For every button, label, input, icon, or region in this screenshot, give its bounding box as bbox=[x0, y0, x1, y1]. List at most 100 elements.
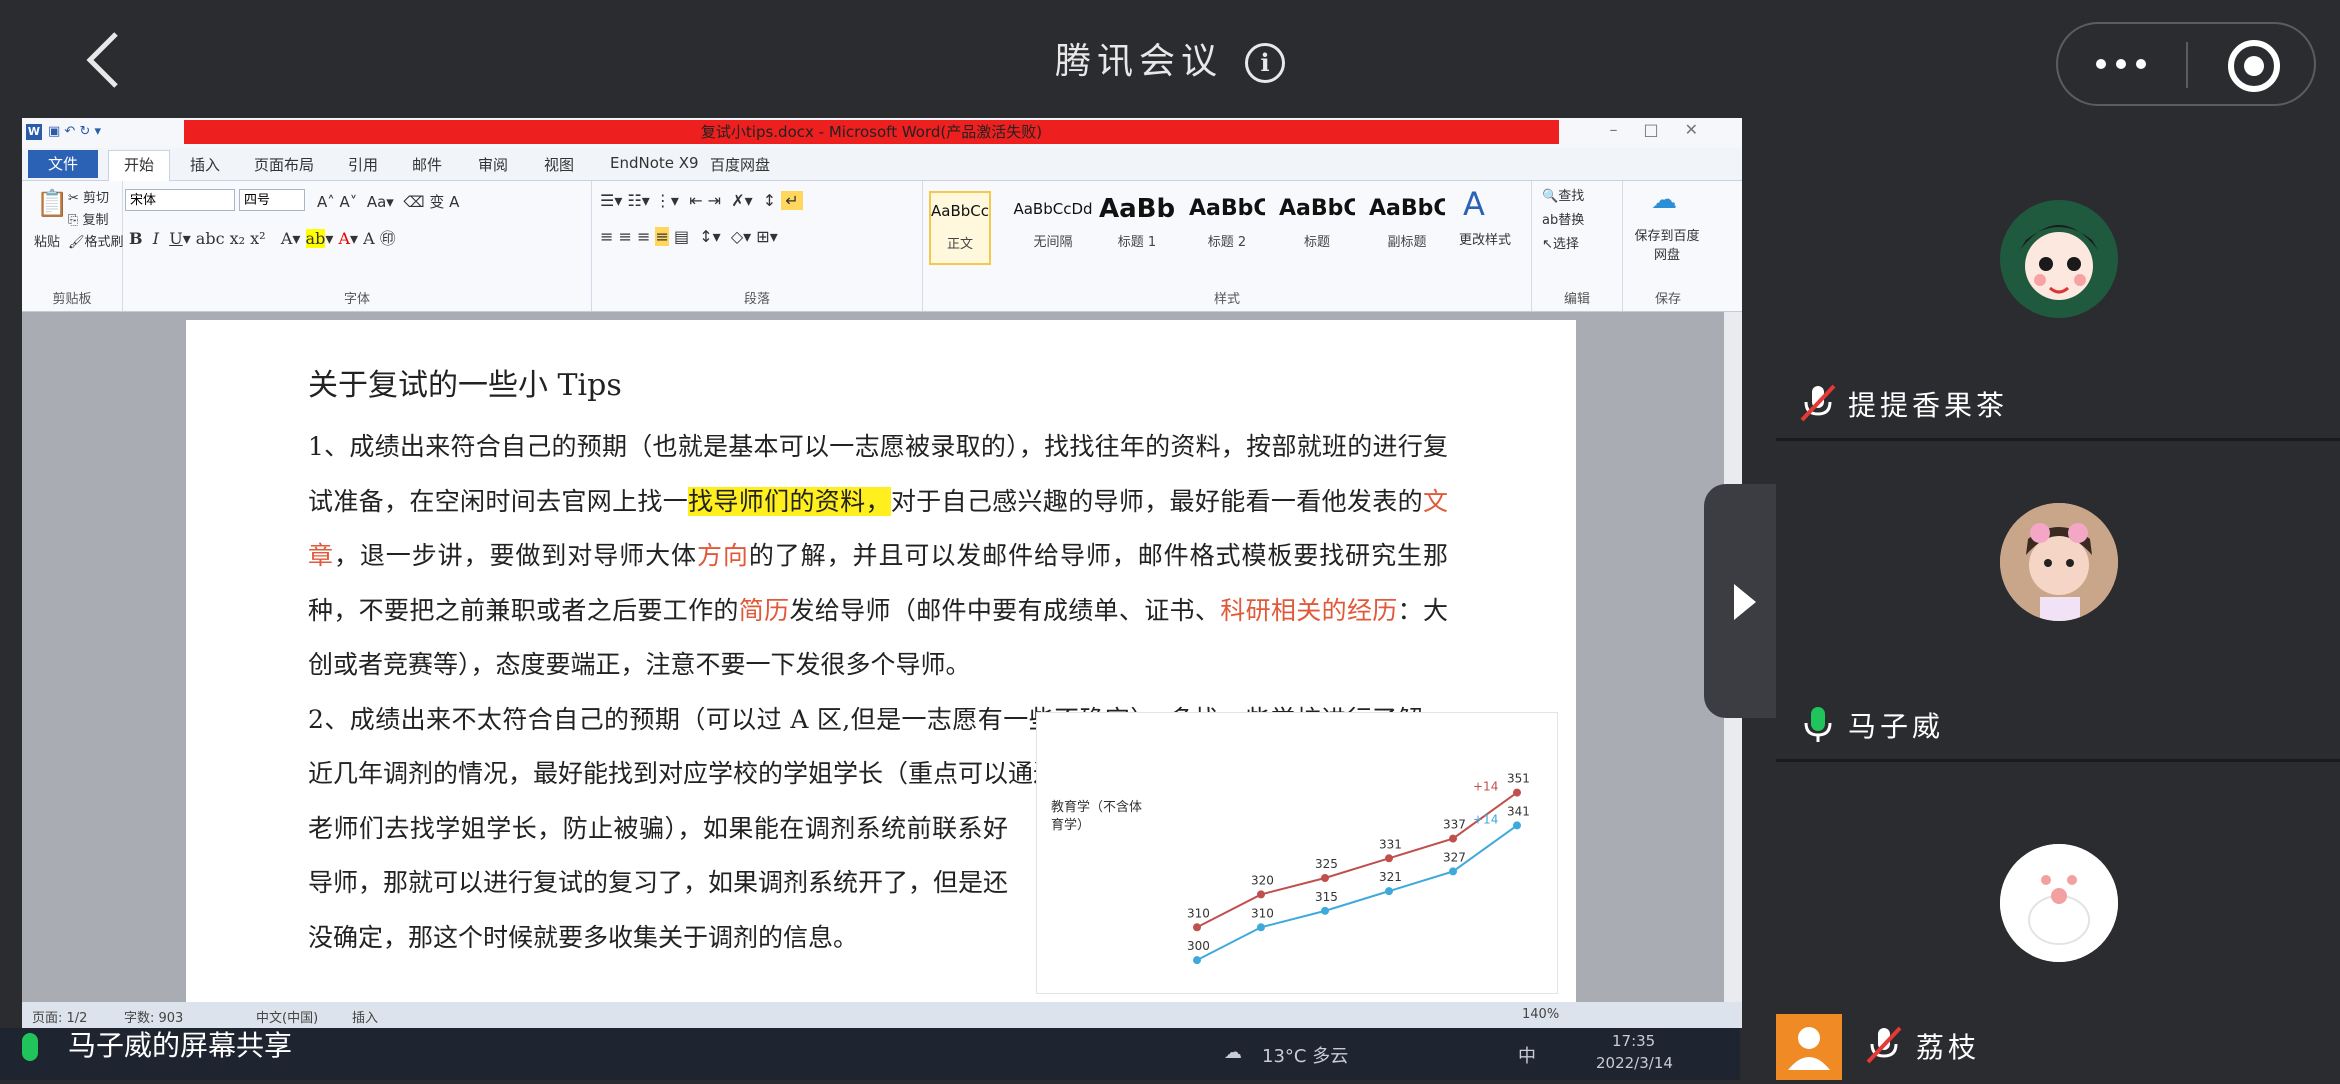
avatar bbox=[2000, 200, 2118, 318]
word-title-bar: W ▣ ↶ ↻ ▾ 复试小tips.docx - Microsoft Word(产… bbox=[22, 118, 1742, 148]
save-group: ☁ 保存到百度网盘 保存 bbox=[1623, 181, 1713, 311]
style-normal[interactable]: AaBbCcDd 正文 bbox=[929, 191, 991, 265]
style-title[interactable]: AaBbC 标题 bbox=[1279, 191, 1355, 261]
data-point bbox=[1513, 821, 1521, 830]
data-point bbox=[1193, 923, 1201, 932]
tab-review[interactable]: 审阅 bbox=[478, 154, 508, 175]
weather-text[interactable]: 13°C 多云 bbox=[1262, 1042, 1348, 1068]
font-format-buttons[interactable]: B I U▾ abc x₂ x² A▾ ab▾ A▾ A ㊞ bbox=[129, 225, 396, 249]
style-heading-2-preview: AaBbC bbox=[1189, 196, 1265, 221]
doc-paragraph-2b: 老师们去找学姐学长，防止被骗），如果能在调剂系统前联系好导师，那就可以进行复试的… bbox=[308, 813, 1009, 952]
line-chart: 310 320 325 331 337 351 +14 300 310 315 321 327 341 +… bbox=[1187, 772, 1530, 965]
data-point bbox=[1321, 874, 1329, 882]
status-zoom[interactable]: 140% bbox=[1522, 1007, 1559, 1022]
data-point bbox=[1257, 890, 1265, 899]
font-grow-shrink-buttons[interactable]: A˄ A˅ Aa▾ ⌫ 变 A bbox=[317, 191, 459, 212]
window-controls[interactable]: –□✕ bbox=[1609, 120, 1724, 139]
style-heading-1[interactable]: AaBb 标题 1 bbox=[1099, 191, 1175, 261]
font-group-label: 字体 bbox=[343, 292, 370, 307]
collapse-panel-button[interactable] bbox=[1704, 484, 1780, 718]
format-painter-button[interactable]: 🖌格式刷 bbox=[68, 231, 124, 250]
exit-capsule-icon[interactable] bbox=[2228, 40, 2280, 92]
tab-references[interactable]: 引用 bbox=[348, 154, 378, 175]
style-heading-2-label: 标题 2 bbox=[1207, 235, 1247, 250]
find-button[interactable]: 🔍查找 bbox=[1542, 185, 1584, 204]
style-no-spacing-preview: AaBbCcDd bbox=[1013, 200, 1093, 218]
tab-view[interactable]: 视图 bbox=[544, 154, 574, 175]
participant-name: 荔枝 bbox=[1916, 1031, 1981, 1064]
paste-icon[interactable]: 📋 bbox=[36, 189, 68, 219]
data-point bbox=[1193, 956, 1201, 965]
screen-share-caption-text: 马子威的屏幕共享 bbox=[68, 1029, 293, 1062]
avatar bbox=[2000, 503, 2118, 621]
p1-red-text: 简历 bbox=[738, 595, 790, 625]
select-label: 选择 bbox=[1552, 237, 1579, 252]
series-line bbox=[1196, 824, 1518, 962]
participant-name: 提提香果茶 bbox=[1848, 389, 2009, 422]
mic-muted-icon bbox=[1800, 384, 1836, 422]
tab-baidu[interactable]: 百度网盘 bbox=[710, 154, 770, 175]
save-to-baidu-button[interactable]: 保存到百度网盘 bbox=[1629, 225, 1705, 263]
data-point bbox=[1321, 906, 1329, 915]
clock-date[interactable]: 2022/3/14 bbox=[1596, 1054, 1673, 1072]
chart-legend-label: 教育学（不含体育学） bbox=[1051, 800, 1143, 833]
style-subtitle[interactable]: AaBbC 副标题 bbox=[1369, 191, 1445, 261]
data-point bbox=[1513, 788, 1521, 797]
p1-text: 对于自己感兴趣的导师，最好能看一看他发表的 bbox=[890, 486, 1423, 516]
data-point bbox=[1385, 854, 1393, 863]
clipboard-group-label: 剪贴板 bbox=[52, 292, 92, 307]
tab-page-layout[interactable]: 页面布局 bbox=[254, 154, 314, 175]
mic-muted-icon[interactable] bbox=[1864, 1024, 1904, 1064]
copy-label: 复制 bbox=[82, 213, 109, 228]
style-no-spacing[interactable]: AaBbCcDd 无间隔 bbox=[1013, 191, 1093, 261]
replace-label: 替换 bbox=[1558, 213, 1585, 228]
tab-endnote[interactable]: EndNote X9 bbox=[610, 154, 699, 172]
paste-button[interactable]: 粘贴 bbox=[34, 231, 60, 250]
copy-button[interactable]: ⎘ 复制 bbox=[68, 209, 109, 228]
chevron-right-icon bbox=[1734, 584, 1756, 620]
replace-button[interactable]: ab替换 bbox=[1542, 209, 1584, 228]
doc-heading: 关于复试的一些小 Tips bbox=[308, 368, 622, 403]
tab-mailings[interactable]: 邮件 bbox=[412, 154, 442, 175]
change-styles-icon[interactable]: A bbox=[1463, 185, 1485, 223]
avatar-image bbox=[2020, 225, 2098, 300]
tab-file[interactable]: 文件 bbox=[28, 150, 98, 178]
style-heading-2[interactable]: AaBbC 标题 2 bbox=[1189, 191, 1265, 261]
baidu-cloud-icon[interactable]: ☁ bbox=[1651, 185, 1677, 215]
font-name-select[interactable]: 宋体 bbox=[125, 189, 235, 211]
participant-tile[interactable]: 提提香果茶 bbox=[1776, 120, 2340, 438]
cut-label: 剪切 bbox=[83, 191, 110, 206]
list-buttons[interactable]: ☰▾ ☷▾ ⋮▾ ⇤ ⇥ ✗▾ ↕ ↵ bbox=[600, 191, 803, 210]
screen-share-caption: 马子威的屏幕共享 bbox=[22, 1024, 292, 1068]
self-avatar[interactable] bbox=[1776, 1014, 1842, 1080]
save-group-label: 保存 bbox=[1654, 292, 1681, 307]
tab-home[interactable]: 开始 bbox=[108, 150, 170, 181]
select-button[interactable]: ↖选择 bbox=[1542, 233, 1579, 252]
delta-annotation: +14 bbox=[1473, 780, 1498, 794]
participant-tile[interactable] bbox=[1776, 762, 2340, 1012]
ime-indicator[interactable]: 中 bbox=[1518, 1042, 1536, 1068]
more-options-icon[interactable] bbox=[2096, 54, 2156, 73]
font-size-select[interactable]: 四号 bbox=[239, 189, 305, 211]
data-point bbox=[1449, 867, 1457, 876]
data-label: 315 bbox=[1315, 890, 1338, 904]
paragraph-group-label: 段落 bbox=[743, 292, 770, 307]
data-label: 331 bbox=[1379, 837, 1402, 851]
cut-button[interactable]: ✂ 剪切 bbox=[68, 187, 109, 206]
style-heading-1-label: 标题 1 bbox=[1117, 235, 1157, 250]
data-point bbox=[1385, 887, 1393, 896]
data-label: 310 bbox=[1187, 906, 1210, 920]
paragraph-group: ☰▾ ☷▾ ⋮▾ ⇤ ⇥ ✗▾ ↕ ↵ ≡ ≡ ≡ ≡ ▤ ↕▾ ◇▾ ⊞▾ 段… bbox=[592, 181, 923, 311]
info-icon[interactable]: i bbox=[1245, 43, 1285, 83]
meeting-top-bar: 腾讯会议 i bbox=[0, 0, 2340, 120]
alignment-buttons[interactable]: ≡ ≡ ≡ ≡ ▤ ↕▾ ◇▾ ⊞▾ bbox=[600, 227, 778, 246]
change-styles-button[interactable]: 更改样式 bbox=[1459, 229, 1511, 248]
style-title-preview: AaBbC bbox=[1279, 196, 1355, 221]
participant-tile[interactable]: 马子威 bbox=[1776, 441, 2340, 759]
clock-time[interactable]: 17:35 bbox=[1612, 1032, 1655, 1050]
status-mode[interactable]: 插入 bbox=[352, 1007, 378, 1026]
styles-group: AaBbCcDd 正文 AaBbCcDd 无间隔 AaBb 标题 1 AaBbC 标题 … bbox=[923, 181, 1532, 311]
tab-insert[interactable]: 插入 bbox=[190, 154, 220, 175]
editing-group-label: 编辑 bbox=[1563, 292, 1590, 307]
quick-access-toolbar[interactable]: W ▣ ↶ ↻ ▾ bbox=[26, 124, 101, 140]
